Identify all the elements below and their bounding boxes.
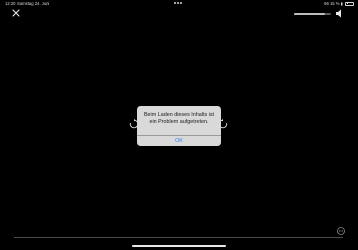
multitasking-dots[interactable] <box>174 2 182 4</box>
close-icon[interactable] <box>11 8 21 18</box>
volume-slider[interactable] <box>294 13 331 15</box>
ok-button[interactable]: OK <box>137 136 221 146</box>
volume-fill <box>294 13 326 15</box>
error-alert: Beim Laden dieses Inhalts ist ein Proble… <box>137 106 221 146</box>
status-battery-label: 66 15 % ▮ <box>324 1 343 6</box>
battery-icon <box>345 1 354 6</box>
status-time: 12:20 <box>5 1 16 6</box>
playback-scrubber[interactable] <box>14 237 343 239</box>
alert-message: Beim Laden dieses Inhalts ist ein Proble… <box>143 112 215 125</box>
home-indicator[interactable] <box>132 245 226 248</box>
speaker-icon[interactable] <box>335 9 345 18</box>
status-date: Samstag 24. Juni <box>17 1 50 6</box>
status-right: 66 15 % ▮ <box>324 1 354 6</box>
more-icon[interactable] <box>337 227 345 235</box>
